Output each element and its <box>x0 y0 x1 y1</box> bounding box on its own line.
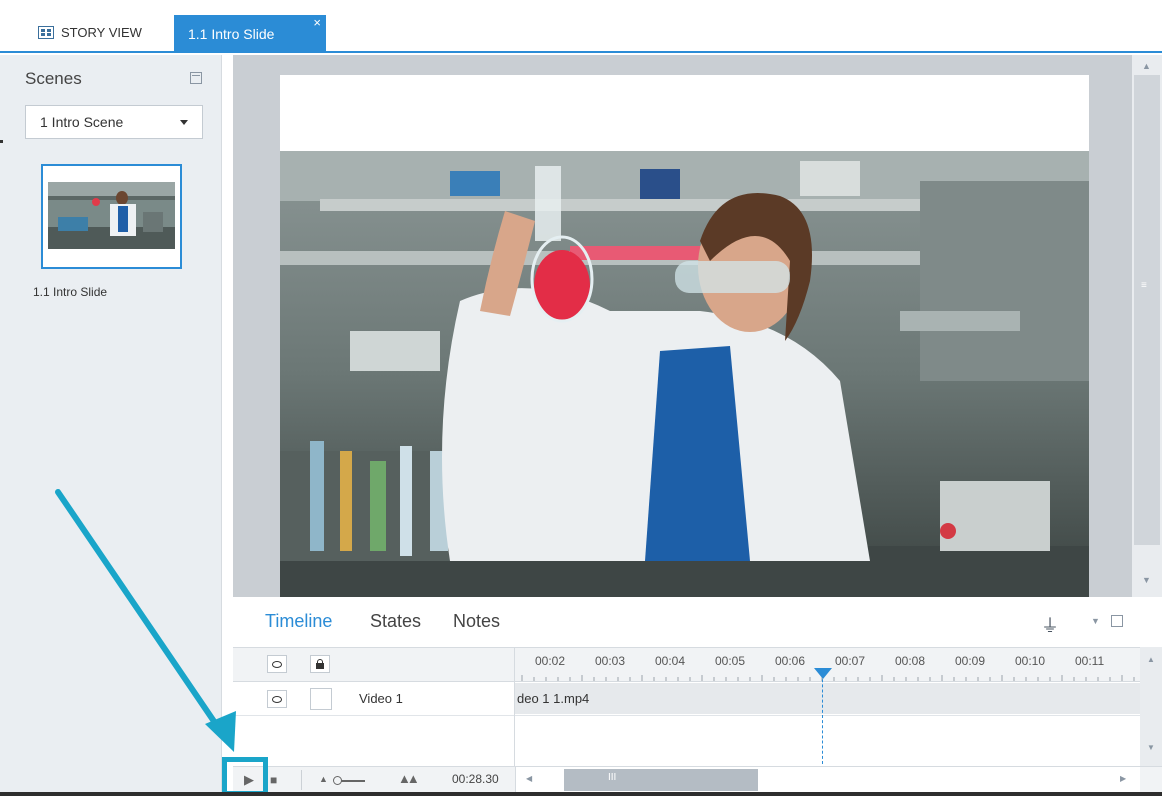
eye-icon[interactable] <box>267 690 287 708</box>
zoom-out-icon[interactable]: ▲ <box>319 774 328 784</box>
time-label: 00:06 <box>775 654 806 668</box>
slide-canvas[interactable] <box>280 75 1089 597</box>
time-label: 00:03 <box>595 654 626 668</box>
eye-icon[interactable] <box>267 655 287 673</box>
slide-stage <box>233 55 1132 597</box>
tab-intro-slide[interactable]: 1.1 Intro Slide × <box>174 15 326 53</box>
timeline-horizontal-scrollbar[interactable]: ◀ III ▶ <box>515 767 1140 794</box>
tab-timeline[interactable]: Timeline <box>265 611 332 632</box>
timeline-tab-bar: Timeline States Notes ⏚ ▼ <box>233 597 1162 647</box>
clip-label: deo 1 1.mp4 <box>517 691 590 706</box>
layer-name: Video 1 <box>359 691 403 706</box>
time-label: 00:11 <box>1075 654 1105 668</box>
scroll-left-icon[interactable]: ◀ <box>526 774 532 783</box>
timeline-column-divider[interactable] <box>514 647 515 766</box>
time-label: 00:04 <box>655 654 686 668</box>
scenes-panel: Scenes 1 Intro Scene 1.1 Intro Slide <box>0 55 222 796</box>
scenes-title: Scenes <box>25 69 82 88</box>
document-tab-bar: STORY VIEW 1.1 Intro Slide × <box>0 0 1162 53</box>
layer-lock-toggle[interactable] <box>310 688 332 710</box>
scroll-grip-icon: ≡ <box>1141 280 1147 291</box>
timeline-header-row: 00:02 00:03 00:04 00:05 00:06 00:07 00:0… <box>233 647 1162 682</box>
scene-dropdown-value: 1 Intro Scene <box>40 114 124 130</box>
scroll-up-icon[interactable]: ▲ <box>1142 61 1151 71</box>
divider-mark <box>0 140 3 143</box>
story-view-icon <box>38 26 54 39</box>
video-clip-bar[interactable]: deo 1 1.mp4 <box>515 683 1140 714</box>
time-label: 00:05 <box>715 654 746 668</box>
timeline-scroll-thumb[interactable] <box>564 769 758 791</box>
timeline-duration: 00:28.30 <box>452 772 499 786</box>
playhead-line <box>822 669 823 764</box>
panel-restore-icon[interactable] <box>1111 615 1123 627</box>
stop-icon[interactable]: ■ <box>270 773 277 787</box>
thumbnail-label: 1.1 Intro Slide <box>33 285 108 299</box>
scroll-grip-icon: III <box>608 772 617 783</box>
story-view-tab[interactable]: STORY VIEW <box>22 14 158 51</box>
stage-vertical-scrollbar[interactable]: ▲ ≡ ▼ <box>1132 55 1162 597</box>
scroll-down-icon[interactable]: ▼ <box>1142 575 1151 585</box>
time-label: 00:10 <box>1015 654 1046 668</box>
footer-divider <box>301 770 302 790</box>
time-label: 00:07 <box>835 654 866 668</box>
stage-scroll-thumb[interactable] <box>1134 75 1160 545</box>
zoom-in-icon[interactable]: ▲▲ <box>398 771 420 786</box>
slide-video-frame[interactable] <box>280 151 1089 597</box>
tab-notes[interactable]: Notes <box>453 611 500 632</box>
time-label: 00:02 <box>535 654 566 668</box>
window-bottom-edge <box>0 792 1162 796</box>
scene-dropdown[interactable]: 1 Intro Scene <box>25 105 203 139</box>
playhead-handle[interactable] <box>814 668 832 679</box>
chevron-down-icon <box>180 120 188 125</box>
timeline-vertical-scrollbar[interactable]: ▲ ▼ <box>1140 647 1162 766</box>
tab-states[interactable]: States <box>370 611 421 632</box>
timeline-footer: ▶ ■ ▲ ▲▲ 00:28.30 ◀ III ▶ <box>233 766 1162 794</box>
scroll-up-icon[interactable]: ▲ <box>1147 655 1155 664</box>
scroll-right-icon[interactable]: ▶ <box>1120 774 1126 783</box>
timeline-empty-area <box>233 716 1162 766</box>
align-playhead-icon[interactable]: ⏚ <box>1041 612 1059 638</box>
close-tab-icon[interactable]: × <box>313 15 321 30</box>
lock-icon[interactable] <box>310 655 330 673</box>
scroll-down-icon[interactable]: ▼ <box>1147 743 1155 752</box>
zoom-slider-knob[interactable] <box>333 776 342 785</box>
slide-thumbnail[interactable] <box>41 164 182 269</box>
panel-restore-icon[interactable] <box>190 72 202 84</box>
timeline-panel: Timeline States Notes ⏚ ▼ 00:02 00:03 00… <box>233 597 1162 796</box>
time-label: 00:08 <box>895 654 926 668</box>
story-view-label: STORY VIEW <box>61 25 142 40</box>
time-label: 00:09 <box>955 654 986 668</box>
thumbnail-image <box>48 182 175 249</box>
tab-intro-slide-label: 1.1 Intro Slide <box>188 26 275 42</box>
annotation-highlight-box <box>222 757 268 796</box>
chevron-down-icon[interactable]: ▼ <box>1091 616 1100 626</box>
